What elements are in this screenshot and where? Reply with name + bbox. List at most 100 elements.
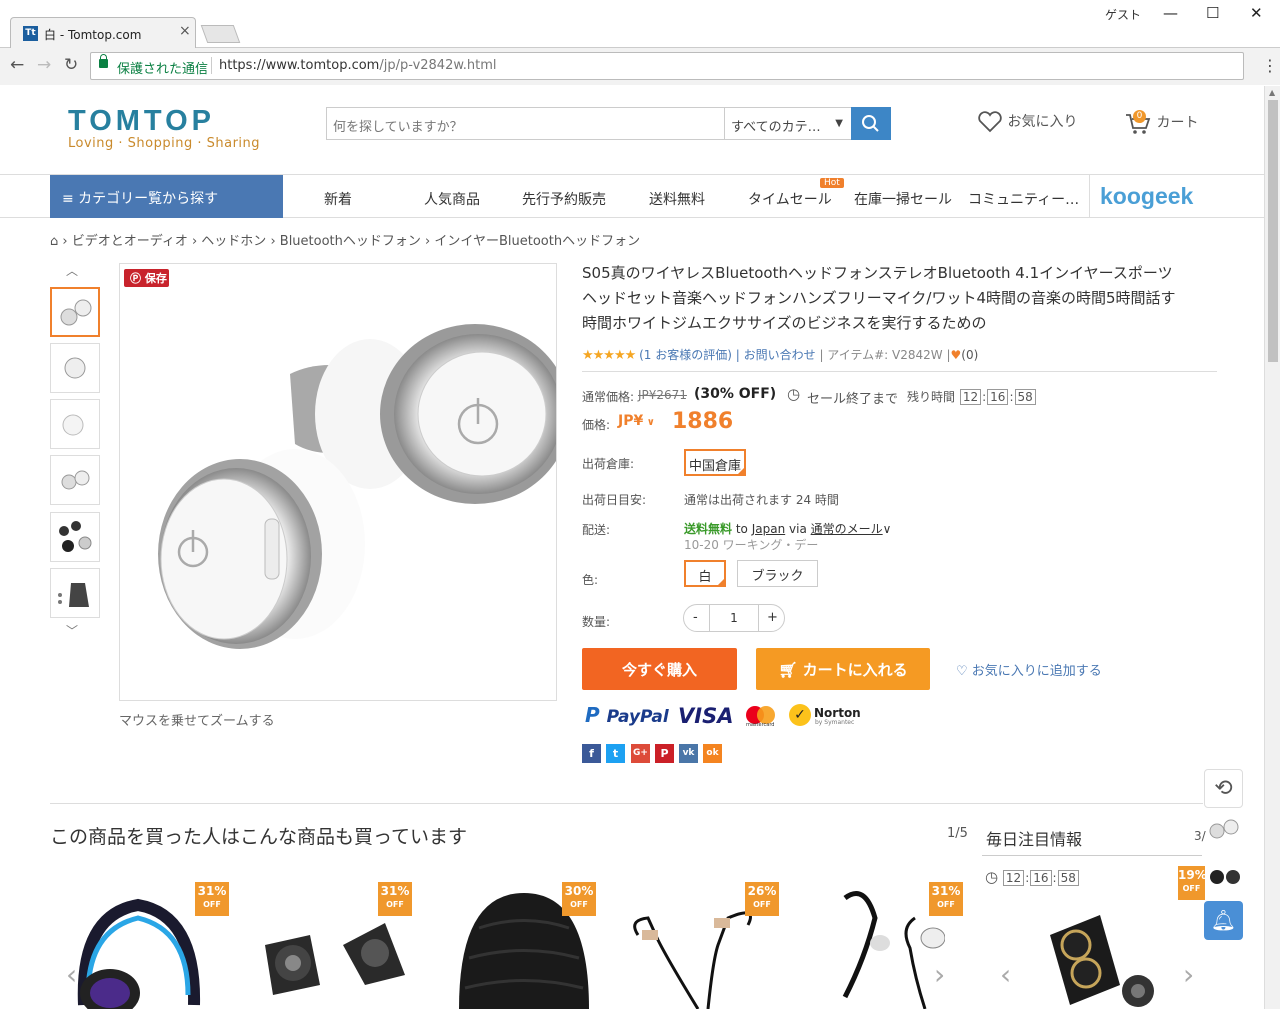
browser-chrome: Tt 白 - Tomtop.com × ゲスト — ☐ ✕ ← → ↻ 保護され… — [0, 0, 1280, 85]
home-icon[interactable]: ⌂ — [50, 234, 58, 249]
breadcrumb-item[interactable]: インイヤーBluetoothヘッドフォン — [434, 234, 640, 249]
badge-off: OFF — [753, 900, 771, 909]
twitter-icon[interactable]: t — [606, 744, 625, 763]
clock-icon: ◷ — [787, 385, 801, 403]
browser-menu-icon[interactable]: ⋮ — [1262, 56, 1278, 75]
color-option-black[interactable]: ブラック — [737, 560, 818, 587]
timer-hours: 12 — [959, 389, 982, 405]
to-text: to — [735, 522, 748, 536]
badge-percent: 31% — [197, 884, 227, 898]
search-input[interactable]: 何を探していますか？ — [333, 116, 463, 135]
discount-badge: 31% OFF — [929, 882, 963, 916]
forward-icon[interactable]: → — [37, 55, 51, 75]
main-product-image[interactable] — [119, 263, 557, 701]
address-bar[interactable]: 保護された通信 https://www.tomtop.com/jp/p-v284… — [90, 52, 1244, 80]
thumb-down-chevron-icon[interactable]: ﹀ — [66, 622, 78, 639]
pinterest-icon[interactable]: P — [655, 744, 674, 763]
warehouse-option[interactable]: 中国倉庫 — [684, 449, 746, 476]
daily-product-earphones-image[interactable] — [1030, 905, 1170, 1009]
destination-select[interactable]: Japan — [752, 522, 785, 536]
thumbnail[interactable] — [50, 512, 100, 562]
product-sport-earphones-image[interactable] — [618, 900, 768, 1009]
thumbnail[interactable] — [50, 568, 100, 618]
product-neckband-earphones-image[interactable] — [805, 888, 945, 1009]
minimize-icon[interactable]: — — [1163, 4, 1178, 22]
thumbnail[interactable] — [50, 455, 100, 505]
qty-minus-button[interactable]: - — [693, 610, 698, 625]
search-category-select[interactable]: すべてのカテ… ▼ — [724, 108, 851, 139]
breadcrumb-item[interactable]: ヘッドホン — [201, 234, 266, 249]
nav-preorder[interactable]: 先行予約販売 — [522, 189, 606, 209]
breadcrumb-item[interactable]: ビデオとオーディオ — [72, 234, 188, 249]
reviews-link[interactable]: (1 お客様の評価) — [639, 348, 732, 362]
nav-free-shipping[interactable]: 送料無料 — [649, 189, 705, 209]
qty-plus-button[interactable]: + — [767, 610, 778, 625]
zoom-hint: マウスを乗せてズームする — [119, 714, 275, 729]
new-tab-button[interactable] — [200, 25, 241, 43]
product-headphones-image[interactable] — [70, 885, 210, 1009]
color-option-white[interactable]: 白 — [684, 560, 726, 587]
chevron-down-icon[interactable]: ∨ — [883, 522, 892, 536]
search-category-label: すべてのカテ… — [731, 120, 821, 135]
close-window-icon[interactable]: ✕ — [1250, 4, 1263, 22]
profile-label[interactable]: ゲスト — [1105, 6, 1141, 23]
currency-label: JP¥ — [618, 413, 644, 429]
close-tab-icon[interactable]: × — [179, 23, 191, 39]
product-earbuds-black-image[interactable] — [245, 915, 415, 1009]
nav-new[interactable]: 新着 — [324, 189, 352, 209]
contact-link[interactable]: | お問い合わせ — [736, 348, 816, 362]
pinterest-save-button[interactable]: Ⓟ 保存 — [124, 269, 169, 287]
scroll-up-icon[interactable]: ▲ — [1269, 88, 1275, 97]
cart-count-badge: 0 — [1133, 110, 1146, 123]
thumbnail-image — [58, 583, 89, 607]
divider — [211, 57, 212, 74]
thumb-up-chevron-icon[interactable]: ︿ — [66, 262, 78, 279]
bell-icon[interactable]: 🔔︎ — [1204, 901, 1243, 940]
qty-input[interactable]: 1 — [709, 605, 759, 631]
heart-filled-icon[interactable]: ♥ — [951, 348, 962, 362]
nav-time-sale[interactable]: タイムセール — [748, 189, 832, 209]
timer-minutes: 16 — [987, 389, 1009, 405]
page-scrollbar[interactable]: ▲ — [1264, 86, 1280, 1009]
reload-icon[interactable]: ↻ — [64, 55, 78, 75]
breadcrumb-item[interactable]: Bluetoothヘッドフォン — [280, 234, 421, 249]
discount-badge: 31% OFF — [195, 882, 229, 916]
regular-price: JP¥2671 — [638, 388, 687, 402]
koogeek-brand-link[interactable]: koogeek — [1089, 175, 1213, 218]
daily-prev-icon[interactable]: ‹ — [1000, 958, 1011, 991]
currency-select[interactable]: JP¥ ∨ — [618, 413, 655, 429]
caret-down-icon: ▼ — [835, 118, 843, 129]
facebook-icon[interactable]: f — [582, 744, 601, 763]
logo-text: TOMTOP — [68, 105, 215, 137]
wishlist-link[interactable]: お気に入り — [977, 109, 1077, 135]
search-button[interactable] — [851, 107, 891, 140]
shipping-method-select[interactable]: 通常のメール — [811, 522, 883, 536]
thumbnail[interactable] — [50, 399, 100, 449]
buy-now-button[interactable]: 今すぐ購入 — [582, 648, 737, 690]
nav-community[interactable]: コミュニティー… — [968, 189, 1079, 209]
nav-popular[interactable]: 人気商品 — [424, 189, 480, 209]
daily-timer-minutes: 16 — [1030, 870, 1052, 886]
chevron-down-icon: ∨ — [643, 417, 655, 428]
back-icon[interactable]: ← — [10, 55, 24, 75]
category-menu-button[interactable]: ≡ カテゴリー覧から探す — [50, 175, 283, 218]
thumbnail[interactable] — [50, 343, 100, 393]
badge-percent: 26% — [747, 884, 777, 898]
maximize-icon[interactable]: ☐ — [1206, 4, 1219, 22]
browser-tab[interactable]: Tt 白 - Tomtop.com × — [10, 17, 196, 48]
paypal-text: PayPal — [606, 707, 669, 727]
add-to-cart-button[interactable]: 🛒︎ カートに入れる — [756, 648, 930, 690]
tomtop-logo[interactable]: TOMTOP Loving · Shopping · Sharing — [68, 105, 260, 151]
google-plus-icon[interactable]: G+ — [631, 744, 650, 763]
odnoklassniki-icon[interactable]: ok — [703, 744, 722, 763]
scrollbar-thumb[interactable] — [1268, 100, 1278, 362]
thumbnail[interactable] — [50, 287, 100, 337]
daily-next-icon[interactable]: › — [1183, 958, 1194, 991]
history-icon[interactable]: ⟲ — [1204, 769, 1243, 808]
vk-icon[interactable]: vk — [679, 744, 698, 763]
cart-label: カート — [1156, 115, 1199, 131]
add-wishlist-link[interactable]: ♡ お気に入りに追加する — [956, 660, 1102, 679]
regular-price-label: 通常価格: — [582, 390, 635, 404]
nav-clearance[interactable]: 在庫一掃セール — [854, 189, 952, 209]
remaining-label: 残り時間 — [907, 390, 956, 404]
